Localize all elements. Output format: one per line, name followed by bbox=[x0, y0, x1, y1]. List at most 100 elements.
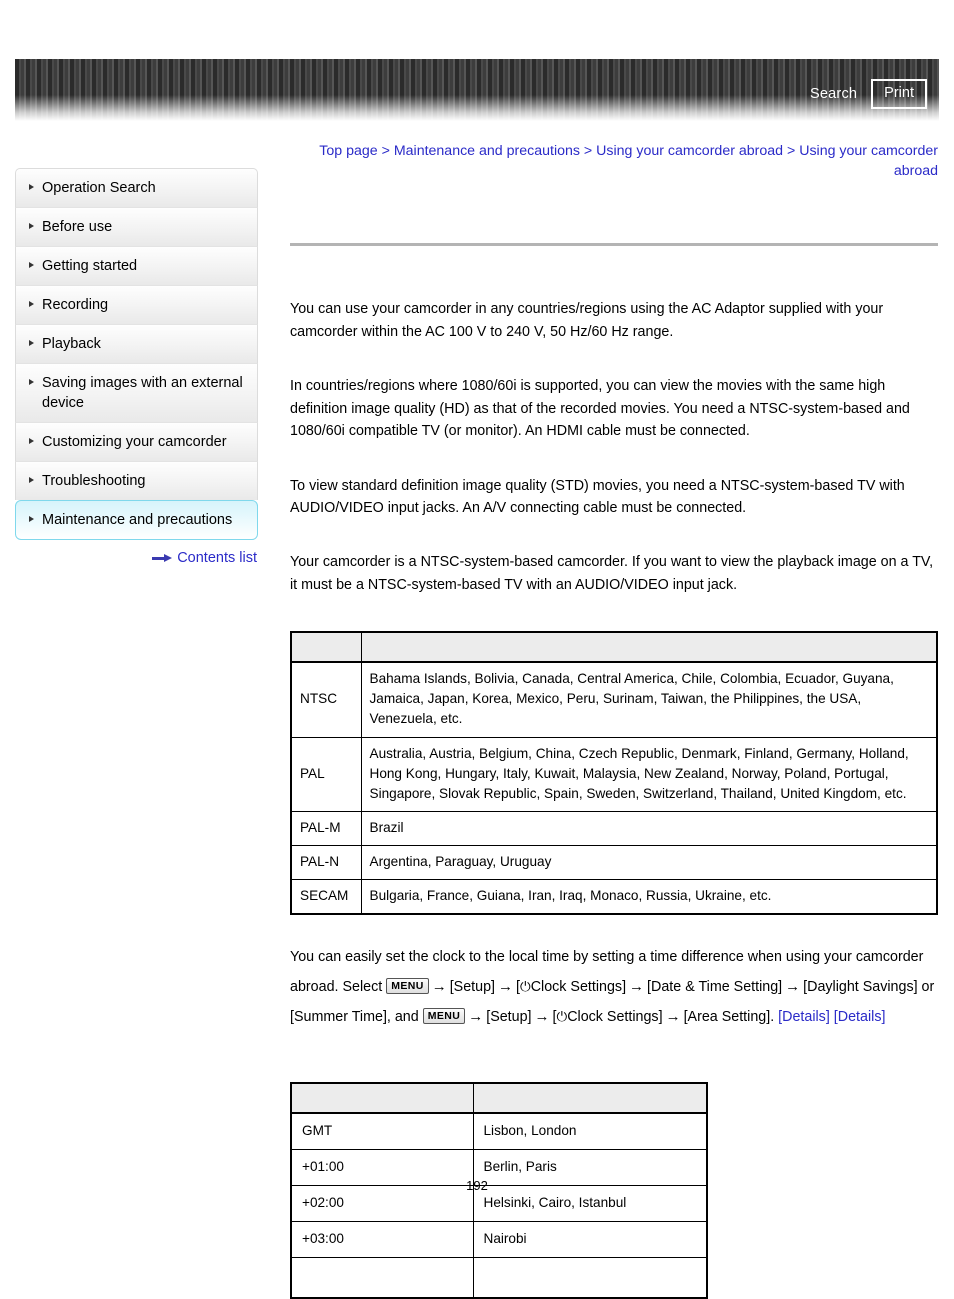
tv-system-name: SECAM bbox=[290, 879, 362, 915]
sidebar-item-label: Playback bbox=[42, 336, 101, 352]
menu-button-icon: MENU bbox=[386, 978, 429, 995]
timezone-offset: +03:00 bbox=[290, 1221, 474, 1259]
content-divider bbox=[290, 243, 938, 247]
sidebar-item-maintenance[interactable]: Maintenance and precautions bbox=[15, 500, 258, 540]
tv-system-countries: Argentina, Paraguay, Uruguay bbox=[360, 845, 938, 881]
breadcrumb-item-current: Using your camcorder abroad bbox=[799, 143, 938, 180]
breadcrumb-item-top-page[interactable]: Top page bbox=[319, 143, 377, 159]
page-number: 192 bbox=[466, 1178, 488, 1193]
sidebar-item-label: Troubleshooting bbox=[42, 473, 146, 489]
clock-icon: ⏻ bbox=[520, 978, 531, 994]
tv-system-countries: Bahama Islands, Bolivia, Canada, Central… bbox=[360, 661, 938, 738]
tv-system-header-col1 bbox=[290, 631, 362, 663]
tv-system-countries: Australia, Austria, Belgium, China, Czec… bbox=[360, 736, 938, 812]
paragraph-clock-setting: You can easily set the clock to the loca… bbox=[290, 943, 938, 1032]
sidebar-item-operation-search[interactable]: Operation Search bbox=[15, 168, 258, 207]
sidebar-item-recording[interactable]: Recording bbox=[15, 285, 258, 324]
paragraph-ntsc-system: Your camcorder is a NTSC-system-based ca… bbox=[290, 554, 934, 593]
arrow-right-glyph: → bbox=[534, 1007, 550, 1025]
breadcrumb: Top page > Maintenance and precautions >… bbox=[290, 141, 938, 181]
sidebar-item-customizing[interactable]: Customizing your camcorder bbox=[15, 422, 258, 461]
tv-system-countries: Brazil bbox=[360, 810, 938, 847]
clock-settings-label: Clock Settings] bbox=[567, 1008, 663, 1025]
table-row: NTSC Bahama Islands, Bolivia, Canada, Ce… bbox=[290, 661, 938, 738]
tv-system-header-col2 bbox=[360, 631, 938, 663]
triangle-bullet-icon bbox=[29, 516, 34, 522]
triangle-bullet-icon bbox=[29, 340, 34, 346]
sidebar-item-label: Maintenance and precautions bbox=[42, 512, 233, 528]
table-row: PAL-M Brazil bbox=[290, 810, 938, 847]
timezone-cities: Nairobi bbox=[472, 1221, 708, 1259]
tv-system-name: PAL-M bbox=[290, 810, 362, 847]
search-button[interactable]: Search bbox=[810, 86, 857, 102]
header-banner: Search Print bbox=[15, 59, 939, 121]
sidebar-item-before-use[interactable]: Before use bbox=[15, 207, 258, 246]
timezone-header-col2 bbox=[472, 1082, 708, 1114]
tv-system-table: NTSC Bahama Islands, Bolivia, Canada, Ce… bbox=[290, 631, 938, 916]
triangle-bullet-icon bbox=[29, 223, 34, 229]
triangle-bullet-icon bbox=[29, 438, 34, 444]
contents-list-link[interactable]: Contents list bbox=[177, 550, 257, 566]
sidebar-nav: Operation Search Before use Getting star… bbox=[15, 168, 258, 566]
timezone-cities-empty bbox=[472, 1257, 708, 1299]
sidebar-item-label: Getting started bbox=[42, 258, 138, 274]
sidebar-item-label: Customizing your camcorder bbox=[42, 434, 227, 450]
header-actions: Search Print bbox=[810, 79, 927, 109]
breadcrumb-item-maintenance[interactable]: Maintenance and precautions bbox=[394, 143, 580, 159]
details-link-2[interactable]: [Details] bbox=[834, 1009, 886, 1025]
menu-button-icon: MENU bbox=[422, 1008, 466, 1025]
paragraph-hd-playback: In countries/regions where 1080/60i is s… bbox=[290, 378, 910, 440]
sidebar-item-label: Operation Search bbox=[42, 180, 156, 196]
tv-system-name: PAL bbox=[290, 736, 362, 812]
paragraph-std-playback: To view standard definition image qualit… bbox=[290, 477, 905, 516]
timezone-offset: GMT bbox=[290, 1112, 474, 1150]
table-row: +03:00 Nairobi bbox=[290, 1221, 708, 1259]
arrow-right-glyph: → bbox=[665, 1007, 681, 1025]
arrow-right-glyph: → bbox=[468, 1007, 484, 1025]
setup-label: [Setup] bbox=[449, 978, 496, 995]
timezone-header-col1 bbox=[290, 1082, 474, 1114]
arrow-right-glyph: → bbox=[431, 977, 447, 995]
print-button[interactable]: Print bbox=[871, 79, 927, 109]
contents-list-row: Contents list bbox=[15, 550, 258, 566]
table-row: PAL Australia, Austria, Belgium, China, … bbox=[290, 736, 938, 812]
date-time-setting-label: [Date & Time Setting] bbox=[647, 978, 783, 995]
main-content: Top page > Maintenance and precautions >… bbox=[290, 141, 938, 1299]
table-row-partial bbox=[290, 1257, 708, 1299]
arrow-right-glyph: → bbox=[498, 977, 514, 995]
table-row: PAL-N Argentina, Paraguay, Uruguay bbox=[290, 845, 938, 881]
paragraph-ac-adaptor: You can use your camcorder in any countr… bbox=[290, 301, 884, 340]
breadcrumb-item-abroad[interactable]: Using your camcorder abroad bbox=[596, 143, 783, 159]
triangle-bullet-icon bbox=[29, 184, 34, 190]
arrow-right-icon bbox=[152, 553, 173, 563]
table-header-row bbox=[290, 1082, 708, 1114]
sidebar-item-getting-started[interactable]: Getting started bbox=[15, 246, 258, 285]
sidebar-item-troubleshooting[interactable]: Troubleshooting bbox=[15, 461, 258, 500]
clock-icon: ⏻ bbox=[556, 1008, 568, 1024]
sidebar-item-saving-images[interactable]: Saving images with an external device bbox=[15, 363, 258, 422]
timezone-offset-empty bbox=[290, 1257, 474, 1299]
breadcrumb-separator: > bbox=[377, 143, 394, 159]
table-row: SECAM Bulgaria, France, Guiana, Iran, Ir… bbox=[290, 879, 938, 915]
arrow-right-glyph: → bbox=[785, 977, 801, 995]
tv-system-name: PAL-N bbox=[290, 845, 362, 881]
triangle-bullet-icon bbox=[29, 301, 34, 307]
triangle-bullet-icon bbox=[29, 477, 34, 483]
triangle-bullet-icon bbox=[29, 262, 34, 268]
breadcrumb-separator: > bbox=[783, 143, 800, 159]
sidebar-item-label: Recording bbox=[42, 297, 109, 313]
tv-system-countries: Bulgaria, France, Guiana, Iran, Iraq, Mo… bbox=[360, 879, 938, 915]
setup-label: [Setup] bbox=[486, 1008, 532, 1025]
details-link-1[interactable]: [Details] bbox=[778, 1009, 830, 1025]
sidebar-item-label: Saving images with an external device bbox=[42, 375, 243, 411]
sidebar-item-playback[interactable]: Playback bbox=[15, 324, 258, 363]
arrow-right-glyph: → bbox=[629, 977, 645, 995]
clock-settings-label: Clock Settings] bbox=[530, 978, 627, 995]
timezone-cities: Lisbon, London bbox=[472, 1112, 708, 1150]
area-setting-label: [Area Setting]. bbox=[683, 1008, 775, 1025]
sidebar-item-label: Before use bbox=[42, 219, 113, 235]
tv-system-name: NTSC bbox=[290, 661, 362, 738]
breadcrumb-separator: > bbox=[579, 143, 597, 159]
table-row: GMT Lisbon, London bbox=[290, 1112, 708, 1150]
table-header-row bbox=[290, 631, 938, 663]
